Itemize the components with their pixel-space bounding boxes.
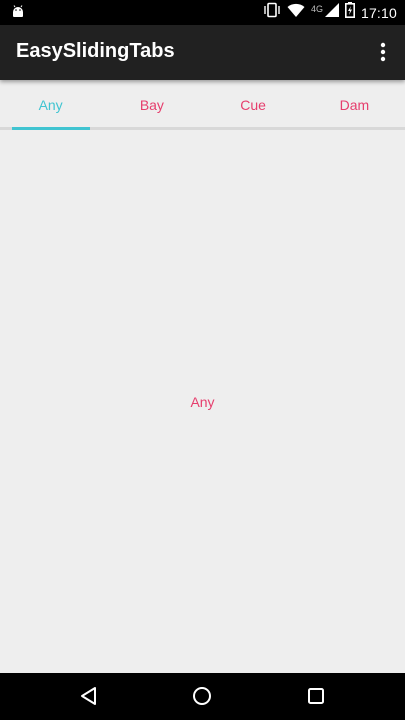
cell-signal-icon — [324, 3, 339, 22]
network-type-label: 4G — [310, 3, 323, 14]
android-debug-icon — [10, 4, 26, 20]
tab-dam[interactable]: Dam — [304, 80, 405, 128]
vibrate-icon — [263, 2, 281, 23]
back-button[interactable] — [77, 684, 101, 708]
wifi-icon — [287, 3, 305, 23]
recents-button[interactable] — [304, 684, 328, 708]
status-time: 17:10 — [360, 4, 397, 21]
home-button[interactable] — [190, 684, 214, 708]
back-icon — [81, 687, 96, 705]
overflow-menu-button[interactable] — [371, 37, 395, 69]
page-label: Any — [190, 394, 215, 410]
home-icon — [193, 687, 211, 705]
more-vert-icon — [380, 42, 386, 62]
screen: 4G 17:10 EasySlidingTabs Any Bay Cue Dam… — [0, 0, 405, 720]
app-bar: EasySlidingTabs — [0, 25, 405, 80]
tab-content-page[interactable]: Any — [0, 130, 405, 673]
navigation-bar — [0, 673, 405, 720]
tab-cue[interactable]: Cue — [203, 80, 304, 128]
tab-bay[interactable]: Bay — [101, 80, 202, 128]
tab-strip: Any Bay Cue Dam — [0, 80, 405, 128]
status-bar: 4G 17:10 — [0, 0, 405, 25]
tab-any[interactable]: Any — [0, 80, 101, 128]
battery-charging-icon — [344, 2, 355, 23]
app-title: EasySlidingTabs — [16, 40, 175, 62]
recents-icon — [308, 688, 324, 704]
status-icons: 4G 17:10 — [263, 0, 397, 25]
